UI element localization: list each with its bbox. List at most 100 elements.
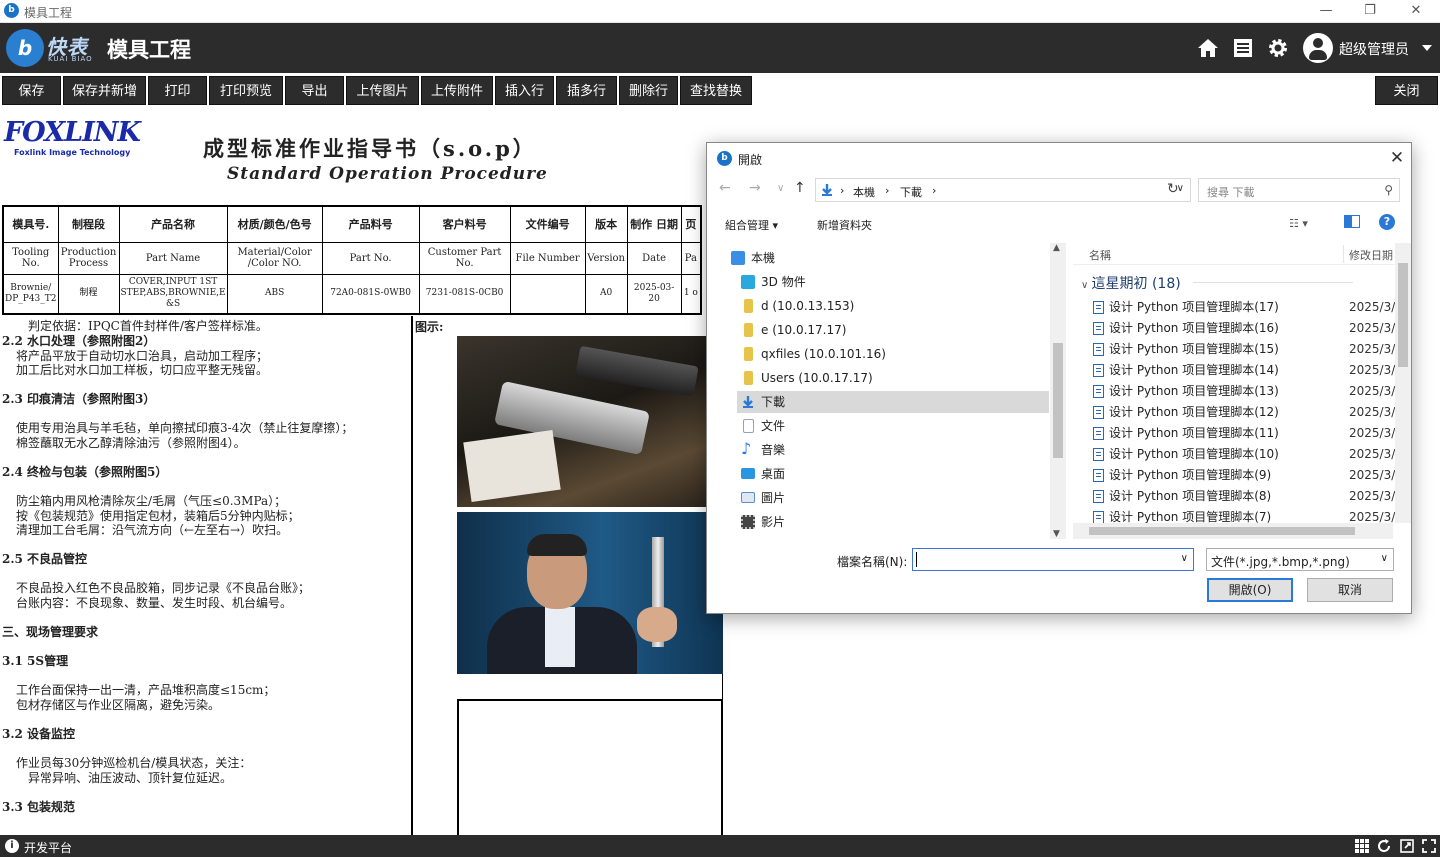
cell-file-number[interactable]: [509, 273, 586, 315]
filename-dropdown-icon[interactable]: ∨: [1181, 553, 1188, 564]
th-en-part-name[interactable]: Part Name: [118, 241, 228, 275]
th-part-no[interactable]: 产品料号: [321, 205, 420, 243]
th-process[interactable]: 制程段: [57, 205, 120, 243]
cancel-button[interactable]: 取消: [1307, 578, 1393, 602]
breadcrumb-this-pc[interactable]: 本機: [853, 184, 875, 200]
new-folder-button[interactable]: 新增資料夾: [817, 217, 872, 233]
nav-item-desktop[interactable]: 桌面: [737, 463, 1049, 485]
upload-attachment-button[interactable]: 上传附件: [421, 76, 493, 105]
nav-item-drive-d[interactable]: d (10.0.13.153): [737, 295, 1049, 317]
file-row[interactable]: 设计 Python 项目管理脚本(11) 2025/3/: [1087, 423, 1397, 444]
close-window-button[interactable]: ✕: [1396, 1, 1436, 21]
nav-item-drive-e[interactable]: e (10.0.17.17): [737, 319, 1049, 341]
gear-icon[interactable]: [1266, 36, 1290, 60]
file-row[interactable]: 设计 Python 项目管理脚本(16) 2025/3/: [1087, 318, 1397, 339]
figure-image-placeholder[interactable]: [457, 699, 723, 835]
th-part-name[interactable]: 产品名称: [118, 205, 228, 243]
view-options-icon[interactable]: ☷ ▾: [1289, 217, 1308, 230]
restore-button[interactable]: ❐: [1350, 1, 1390, 21]
cell-part-name[interactable]: COVER,INPUT 1ST STEP,ABS,BROWNIE,E &S: [118, 273, 228, 315]
th-date[interactable]: 制作 日期: [626, 205, 682, 243]
th-customer-part[interactable]: 客户料号: [418, 205, 511, 243]
cell-customer-part[interactable]: 7231-081S-0CB0: [418, 273, 511, 315]
file-row[interactable]: 设计 Python 项目管理脚本(8) 2025/3/: [1087, 486, 1397, 507]
up-arrow-icon[interactable]: ↑: [794, 180, 806, 196]
th-en-part-no[interactable]: Part No.: [321, 241, 420, 275]
th-en-page[interactable]: Pa: [680, 241, 702, 275]
file-row[interactable]: 设计 Python 项目管理脚本(13) 2025/3/: [1087, 381, 1397, 402]
th-en-process[interactable]: Production Process: [57, 241, 120, 275]
th-en-tooling[interactable]: Tooling No.: [2, 241, 59, 275]
back-arrow-icon[interactable]: ←: [719, 180, 731, 196]
save-and-new-button[interactable]: 保存并新增: [63, 76, 146, 105]
nav-item-music[interactable]: ♪ 音樂: [737, 439, 1049, 461]
column-date[interactable]: 修改日期: [1349, 247, 1393, 263]
th-file-number[interactable]: 文件编号: [509, 205, 586, 243]
nav-item-pictures[interactable]: 圖片: [737, 487, 1049, 509]
file-row[interactable]: 设计 Python 项目管理脚本(15) 2025/3/: [1087, 339, 1397, 360]
dialog-close-button[interactable]: ✕: [1387, 148, 1407, 168]
grid-icon[interactable]: [1354, 838, 1370, 854]
export-button[interactable]: 导出: [285, 76, 344, 105]
cell-material[interactable]: ABS: [226, 273, 323, 315]
find-replace-button[interactable]: 查找替换: [680, 76, 752, 105]
th-version[interactable]: 版本: [584, 205, 628, 243]
cell-date[interactable]: 2025-03-20: [626, 273, 682, 315]
th-en-material[interactable]: Material/Color /Color NO.: [226, 241, 323, 275]
file-group-header[interactable]: ∨ 這星期初 (18): [1081, 273, 1353, 293]
nav-item-downloads[interactable]: 下載: [737, 391, 1049, 413]
cell-version[interactable]: A0: [584, 273, 628, 315]
file-row[interactable]: 设计 Python 项目管理脚本(9) 2025/3/: [1087, 465, 1397, 486]
organize-button[interactable]: 組合管理 ▾: [725, 217, 778, 233]
recent-chevron-icon[interactable]: ∨: [777, 183, 784, 194]
user-menu[interactable]: 超级管理员: [1303, 32, 1435, 64]
delete-row-button[interactable]: 删除行: [619, 76, 678, 105]
search-box[interactable]: 搜尋 下載 ⚲: [1198, 178, 1400, 202]
nav-item-videos[interactable]: 影片: [737, 511, 1049, 533]
figure-image-device[interactable]: [457, 336, 723, 507]
th-en-version[interactable]: Version: [584, 241, 628, 275]
nav-item-qxfiles[interactable]: qxfiles (10.0.101.16): [737, 343, 1049, 365]
th-tooling[interactable]: 模具号.: [2, 205, 59, 243]
open-button[interactable]: 開啟(O): [1207, 578, 1293, 602]
preview-pane-icon[interactable]: [1344, 215, 1360, 228]
nav-item-this-pc[interactable]: 本機: [727, 247, 1039, 269]
file-row[interactable]: 设计 Python 项目管理脚本(14) 2025/3/: [1087, 360, 1397, 381]
cell-part-no[interactable]: 72A0-081S-0WB0: [321, 273, 420, 315]
minimize-button[interactable]: —: [1306, 1, 1346, 21]
help-icon[interactable]: ?: [1379, 214, 1395, 230]
nav-item-3d-objects[interactable]: 3D 物件: [737, 271, 1049, 293]
refresh-icon[interactable]: ↻: [1167, 181, 1179, 197]
filename-input[interactable]: ∨: [912, 548, 1194, 571]
open-external-icon[interactable]: [1399, 838, 1415, 854]
th-en-file-number[interactable]: File Number: [509, 241, 586, 275]
th-en-customer-part[interactable]: Customer Part No.: [418, 241, 511, 275]
home-icon[interactable]: [1196, 36, 1220, 60]
refresh-icon[interactable]: [1376, 838, 1392, 854]
cell-process[interactable]: 制程: [57, 273, 120, 315]
file-list-vscrollbar[interactable]: [1395, 243, 1411, 523]
save-button[interactable]: 保存: [2, 76, 61, 105]
th-material[interactable]: 材质/颜色/色号: [226, 205, 323, 243]
cell-page[interactable]: 1 o: [680, 273, 702, 315]
nav-item-users[interactable]: Users (10.0.17.17): [737, 367, 1049, 389]
insert-row-button[interactable]: 插入行: [495, 76, 554, 105]
upload-image-button[interactable]: 上传图片: [346, 76, 419, 105]
file-list-hscrollbar[interactable]: [1073, 523, 1393, 539]
nav-item-documents[interactable]: 文件: [737, 415, 1049, 437]
print-preview-button[interactable]: 打印预览: [209, 76, 283, 105]
close-button[interactable]: 关闭: [1375, 76, 1438, 105]
insert-multiple-rows-button[interactable]: 插多行: [556, 76, 617, 105]
th-en-date[interactable]: Date: [626, 241, 682, 275]
breadcrumb-downloads[interactable]: 下載: [900, 184, 922, 200]
list-icon[interactable]: [1231, 36, 1255, 60]
filetype-select[interactable]: 文件(*.jpg,*.bmp,*.png) ∨: [1206, 548, 1394, 571]
column-name[interactable]: 名稱: [1089, 247, 1111, 263]
th-page[interactable]: 页: [680, 205, 702, 243]
figure-image-caliper[interactable]: [457, 512, 723, 674]
file-row[interactable]: 设计 Python 项目管理脚本(17) 2025/3/: [1087, 297, 1397, 318]
nav-pane-scrollbar[interactable]: ▲ ▼: [1050, 243, 1066, 539]
address-bar[interactable]: › 本機 › 下載 › ∨: [815, 178, 1191, 202]
cell-tooling[interactable]: Brownie/ DP_P43_T2: [2, 273, 59, 315]
file-row[interactable]: 设计 Python 项目管理脚本(12) 2025/3/: [1087, 402, 1397, 423]
